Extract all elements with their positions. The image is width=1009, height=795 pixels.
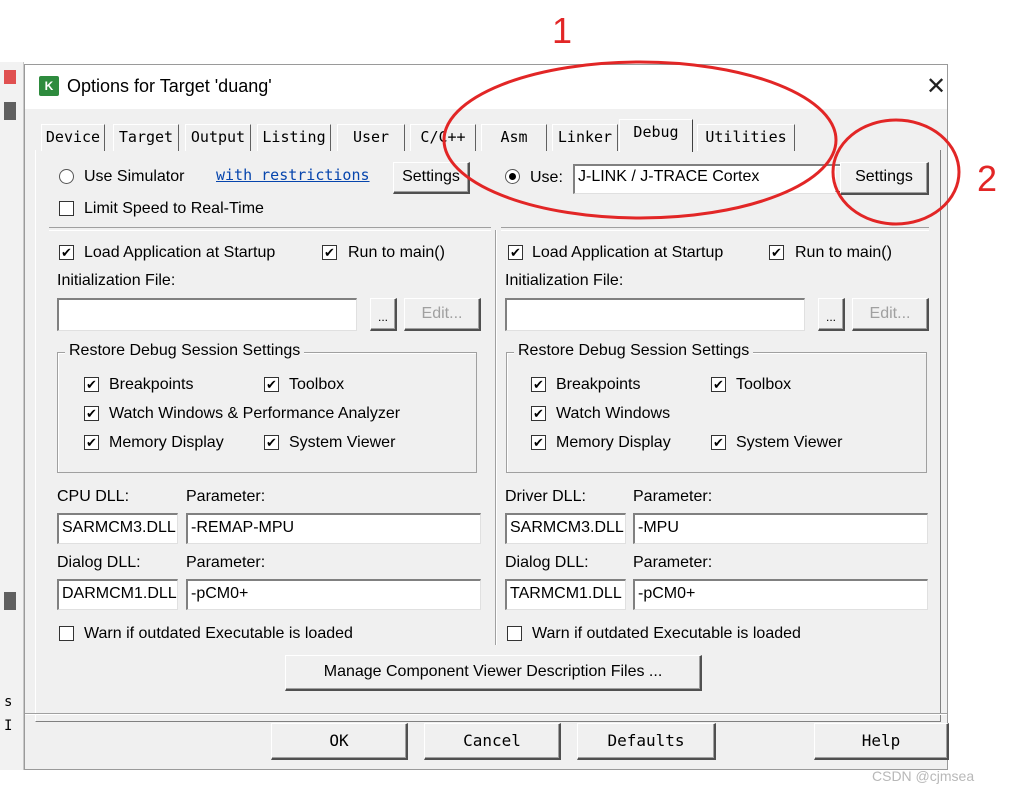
annotation-number-2: 2: [977, 158, 998, 199]
watermark: CSDN @cjmsea: [872, 768, 975, 784]
annotation-overlay: [442, 60, 961, 226]
annotation-number-1: 1: [552, 10, 573, 51]
tab-debug[interactable]: Debug: [619, 119, 693, 152]
annotation-ellipse-settings: [831, 118, 961, 226]
